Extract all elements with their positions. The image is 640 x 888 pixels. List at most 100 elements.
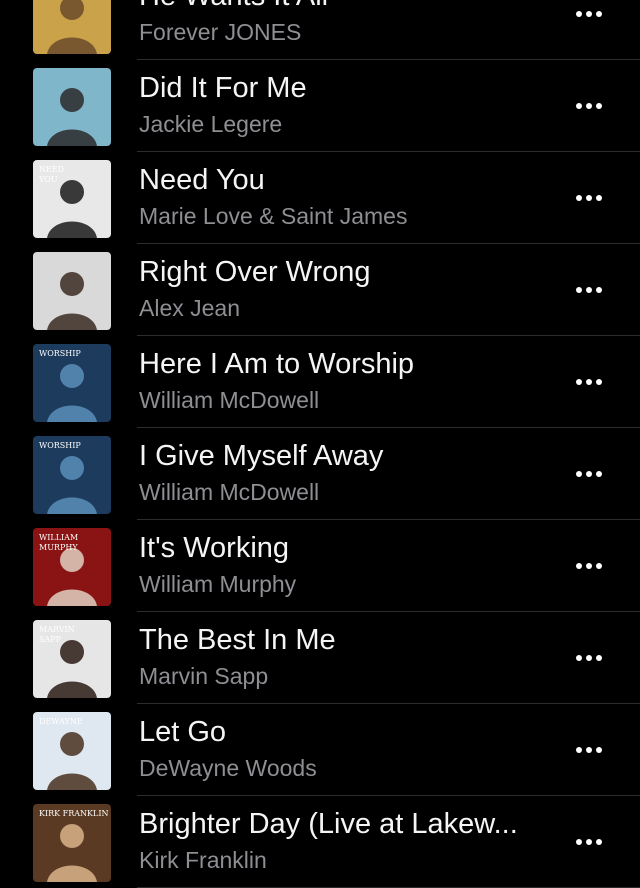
ellipsis-dot: [596, 103, 602, 109]
song-artist: Marvin Sapp: [139, 663, 269, 689]
ellipsis-horizontal-icon: [576, 655, 602, 661]
more-options-button[interactable]: [566, 644, 612, 672]
ellipsis-dot: [586, 839, 592, 845]
song-artist: Alex Jean: [139, 295, 241, 321]
more-options-button[interactable]: [566, 368, 612, 396]
song-row[interactable]: WORSHIP I Give Myself Away William McDowel…: [0, 428, 640, 520]
ellipsis-horizontal-icon: [576, 379, 602, 385]
song-artist: Forever JONES: [139, 19, 302, 45]
artwork-text: SAPP: [39, 635, 62, 644]
ellipsis-dot: [576, 103, 582, 109]
ellipsis-dot: [596, 287, 602, 293]
album-artwork: [33, 68, 111, 146]
artwork-text: WORSHIP: [39, 441, 81, 450]
song-row[interactable]: DEWAYNE Let Go DeWayne Woods: [0, 704, 640, 796]
more-options-button[interactable]: [566, 92, 612, 120]
ellipsis-dot: [586, 11, 592, 17]
more-options-button[interactable]: [566, 828, 612, 856]
ellipsis-horizontal-icon: [576, 839, 602, 845]
more-options-button[interactable]: [566, 736, 612, 764]
artwork-text: KIRK FRANKLIN: [39, 809, 108, 818]
song-artist: William McDowell: [139, 479, 320, 505]
ellipsis-horizontal-icon: [576, 195, 602, 201]
ellipsis-dot: [586, 471, 592, 477]
song-title: I Give Myself Away: [139, 440, 384, 472]
album-artwork: WILLIAM MURPHY: [33, 528, 111, 606]
album-artwork: MARVIN SAPP: [33, 620, 111, 698]
song-row[interactable]: KIRK FRANKLIN Brighter Day (Live at Lakew…: [0, 796, 640, 888]
more-options-button[interactable]: [566, 0, 612, 28]
album-artwork-image: NEEDYOU: [33, 160, 111, 238]
song-title: Need You: [139, 164, 265, 196]
more-options-button[interactable]: [566, 184, 612, 212]
ellipsis-dot: [576, 195, 582, 201]
song-title: The Best In Me: [139, 624, 336, 656]
ellipsis-dot: [596, 195, 602, 201]
album-artwork-image: WORSHIP: [33, 344, 111, 422]
ellipsis-dot: [576, 11, 582, 17]
song-artist: Marie Love & Saint James: [139, 203, 408, 229]
ellipsis-dot: [596, 471, 602, 477]
ellipsis-dot: [596, 655, 602, 661]
song-list: He Wants It All Forever JONES Did It For M…: [0, 0, 640, 888]
ellipsis-dot: [586, 379, 592, 385]
song-row[interactable]: WILLIAM MURPHY It's Working William Murphy: [0, 520, 640, 612]
album-artwork-image: DEWAYNE: [33, 712, 111, 790]
song-row[interactable]: WORSHIP Here I Am to Worship William McDow…: [0, 336, 640, 428]
song-title: Let Go: [139, 716, 227, 748]
ellipsis-dot: [596, 11, 602, 17]
ellipsis-dot: [576, 839, 582, 845]
ellipsis-horizontal-icon: [576, 563, 602, 569]
more-options-button[interactable]: [566, 276, 612, 304]
album-artwork-image: [33, 0, 111, 54]
album-artwork: KIRK FRANKLIN: [33, 804, 111, 882]
album-artwork-image: WILLIAMMURPHY: [33, 528, 111, 606]
ellipsis-dot: [596, 563, 602, 569]
song-artist: Jackie Legere: [139, 111, 283, 137]
album-artwork: WORSHIP: [33, 344, 111, 422]
album-artwork-image: [33, 252, 111, 330]
artwork-text: MURPHY: [39, 543, 78, 552]
song-artist: William Murphy: [139, 571, 297, 597]
song-title: Brighter Day (Live at Lakew...: [139, 808, 518, 840]
artwork-text: WILLIAM: [39, 533, 78, 542]
album-artwork-image: KIRK FRANKLIN: [33, 804, 111, 882]
song-row[interactable]: NEED YOU Need You Marie Love & Saint James: [0, 152, 640, 244]
ellipsis-dot: [596, 747, 602, 753]
ellipsis-dot: [576, 287, 582, 293]
album-artwork-image: [33, 68, 111, 146]
album-artwork: WORSHIP: [33, 436, 111, 514]
album-artwork: NEED YOU: [33, 160, 111, 238]
song-row[interactable]: He Wants It All Forever JONES: [0, 0, 640, 60]
ellipsis-horizontal-icon: [576, 11, 602, 17]
ellipsis-dot: [586, 103, 592, 109]
more-options-button[interactable]: [566, 552, 612, 580]
song-title: Here I Am to Worship: [139, 348, 415, 380]
ellipsis-dot: [576, 655, 582, 661]
more-options-button[interactable]: [566, 460, 612, 488]
song-row[interactable]: Did It For Me Jackie Legere: [0, 60, 640, 152]
ellipsis-dot: [586, 655, 592, 661]
ellipsis-dot: [576, 471, 582, 477]
ellipsis-horizontal-icon: [576, 103, 602, 109]
ellipsis-dot: [586, 287, 592, 293]
artwork-text: NEED: [39, 165, 64, 174]
album-artwork-image: MARVINSAPP: [33, 620, 111, 698]
ellipsis-dot: [576, 563, 582, 569]
album-artwork: [33, 252, 111, 330]
artwork-text: YOU: [38, 175, 58, 184]
ellipsis-dot: [576, 379, 582, 385]
song-title: Right Over Wrong: [139, 256, 371, 288]
ellipsis-dot: [596, 379, 602, 385]
song-artist: William McDowell: [139, 387, 320, 413]
song-title: Did It For Me: [139, 72, 307, 104]
ellipsis-dot: [596, 839, 602, 845]
album-artwork: DEWAYNE: [33, 712, 111, 790]
ellipsis-horizontal-icon: [576, 287, 602, 293]
song-row[interactable]: Right Over Wrong Alex Jean: [0, 244, 640, 336]
ellipsis-dot: [586, 563, 592, 569]
song-row[interactable]: MARVIN SAPP The Best In Me Marvin Sapp: [0, 612, 640, 704]
ellipsis-horizontal-icon: [576, 747, 602, 753]
ellipsis-horizontal-icon: [576, 471, 602, 477]
album-artwork: [33, 0, 111, 54]
